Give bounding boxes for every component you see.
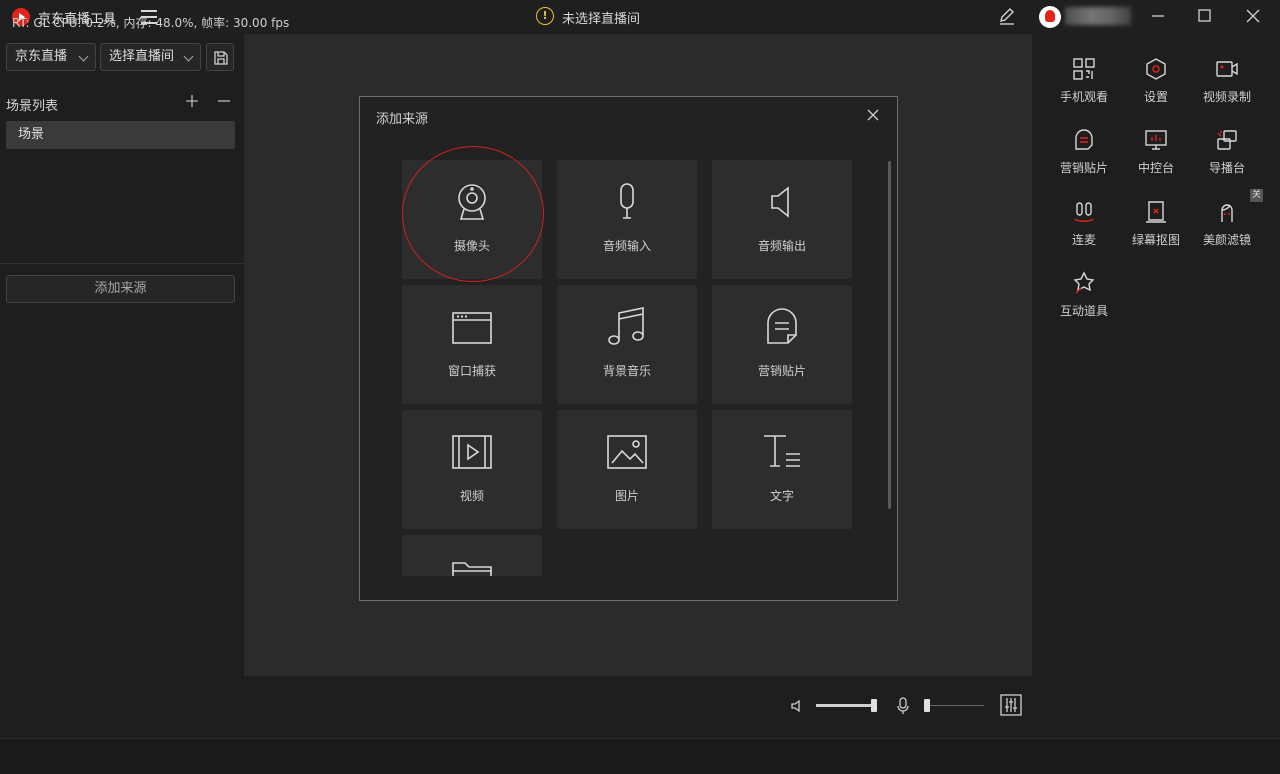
source-tile-label: 窗口捕获 — [447, 364, 496, 378]
tool-label: 互动道具 — [1059, 304, 1108, 318]
tool-label: 美颜滤镜 — [1202, 233, 1251, 247]
minus-icon — [218, 100, 230, 102]
window-minimize-button[interactable] — [1145, 4, 1171, 28]
room-status-text: 未选择直播间 — [562, 12, 641, 27]
sticker-icon — [767, 308, 797, 344]
save-icon — [214, 51, 228, 65]
source-tile-label: 音频输入 — [602, 239, 651, 253]
volume-slider-handle[interactable] — [871, 699, 877, 712]
warning-icon: ! — [536, 7, 554, 25]
music-note-icon — [608, 307, 644, 345]
source-tile-label: 文字 — [769, 489, 794, 503]
source-tile-folder[interactable] — [402, 535, 542, 576]
room-select[interactable]: 选择直播间 — [100, 43, 201, 71]
tool-mobile-view[interactable]: 手机观看 — [1048, 57, 1120, 121]
divider — [0, 263, 244, 264]
audio-control-bar — [244, 676, 1032, 738]
tool-control-center[interactable]: 中控台 — [1120, 128, 1192, 192]
source-tile-text[interactable]: 文字 — [712, 410, 852, 529]
dialog-scrollbar[interactable] — [888, 161, 891, 509]
tool-label: 中控台 — [1137, 161, 1174, 175]
settings-icon — [1146, 58, 1166, 80]
tool-label: 绿幕抠图 — [1131, 233, 1180, 247]
speaker-icon[interactable] — [788, 697, 806, 715]
beauty-status-badge: 关 — [1250, 189, 1263, 202]
source-tile-label: 背景音乐 — [602, 364, 651, 378]
tool-label: 手机观看 — [1059, 90, 1108, 104]
source-tile-background-music[interactable]: 背景音乐 — [557, 285, 697, 404]
sticker-icon — [1075, 129, 1093, 150]
video-icon — [452, 435, 492, 469]
tool-beauty-filter[interactable]: 美颜滤镜 — [1191, 200, 1263, 264]
status-text: RT: GL CPU: 0.2%, 内存: 48.0%, 帧率: 30.00 f… — [12, 16, 290, 30]
scene-list-label: 场景列表 — [6, 99, 59, 114]
monitor-icon — [1145, 130, 1167, 150]
source-tile-audio-input[interactable]: 音频输入 — [557, 160, 697, 279]
microphone-icon[interactable] — [894, 696, 912, 716]
source-tile-window-capture[interactable]: 窗口捕获 — [402, 285, 542, 404]
tool-label: 导播台 — [1208, 161, 1245, 175]
dialog-close-button[interactable] — [865, 107, 881, 123]
dialog-title: 添加来源 — [376, 112, 429, 127]
source-tile-marketing-sticker[interactable]: 营销贴片 — [712, 285, 852, 404]
mixer-icon — [1000, 694, 1022, 716]
plus-icon — [186, 95, 198, 107]
source-tile-label: 音频输出 — [757, 239, 806, 253]
user-avatar[interactable] — [1039, 6, 1061, 28]
tool-marketing-sticker[interactable]: 营销贴片 — [1048, 128, 1120, 192]
platform-select-value: 京东直播 — [15, 49, 68, 64]
mic-volume-slider[interactable] — [924, 705, 984, 706]
status-bar — [0, 738, 1280, 774]
scene-list-item[interactable]: 场景 — [6, 121, 235, 149]
folder-icon — [452, 562, 492, 576]
source-tile-label: 视频 — [459, 489, 484, 503]
chevron-down-icon — [183, 51, 194, 62]
tool-label: 营销贴片 — [1059, 161, 1108, 175]
mic-volume-slider-handle[interactable] — [924, 699, 930, 712]
tool-label: 视频录制 — [1202, 90, 1251, 104]
source-tile-label: 图片 — [614, 489, 639, 503]
tool-label: 设置 — [1143, 90, 1168, 104]
tool-director-console[interactable]: 导播台 — [1191, 128, 1263, 192]
highlight-annotation-circle — [402, 146, 544, 282]
room-select-value: 选择直播间 — [109, 49, 175, 64]
tool-interactive-props[interactable]: 互动道具 — [1048, 271, 1120, 335]
tool-green-screen[interactable]: 绿幕抠图 — [1120, 200, 1192, 264]
tool-label: 连麦 — [1071, 233, 1096, 247]
add-scene-button[interactable] — [184, 92, 200, 110]
add-source-button[interactable]: 添加来源 — [6, 275, 235, 303]
edit-icon[interactable] — [997, 6, 1017, 26]
chevron-down-icon — [78, 51, 89, 62]
qrcode-icon — [1073, 58, 1095, 80]
source-tile-image[interactable]: 图片 — [557, 410, 697, 529]
platform-select[interactable]: 京东直播 — [6, 43, 96, 71]
window-maximize-button[interactable] — [1191, 4, 1217, 28]
speaker-icon — [771, 186, 789, 218]
props-icon — [1073, 271, 1095, 294]
source-tile-label: 营销贴片 — [757, 364, 806, 378]
audio-mixer-button[interactable] — [1000, 694, 1022, 716]
window-close-button[interactable] — [1240, 4, 1266, 28]
tool-video-record[interactable]: 视频录制 — [1191, 57, 1263, 121]
tool-co-host[interactable]: 连麦 — [1048, 200, 1120, 264]
source-tile-video[interactable]: 视频 — [402, 410, 542, 529]
username-redacted — [1065, 7, 1131, 25]
volume-slider[interactable] — [816, 704, 876, 707]
microphone-icon — [620, 183, 634, 219]
co-host-icon — [1074, 202, 1094, 222]
switch-icon — [1217, 130, 1237, 150]
remove-scene-button[interactable] — [216, 92, 232, 110]
green-screen-icon — [1146, 201, 1166, 223]
close-icon — [867, 109, 879, 121]
tool-settings[interactable]: 设置 — [1120, 57, 1192, 121]
image-icon — [607, 435, 647, 469]
video-record-icon — [1216, 61, 1238, 77]
beauty-icon — [1221, 204, 1233, 222]
save-button[interactable] — [206, 43, 234, 71]
source-tile-audio-output[interactable]: 音频输出 — [712, 160, 852, 279]
text-icon — [764, 435, 800, 467]
window-icon — [452, 312, 492, 344]
